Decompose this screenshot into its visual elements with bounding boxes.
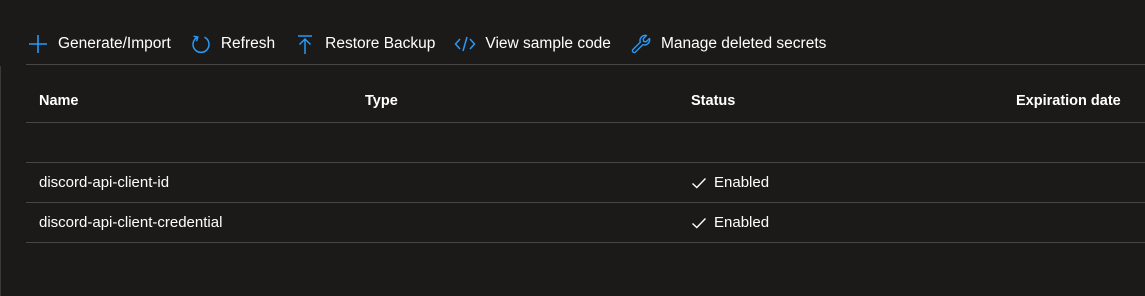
column-header-expiration-date[interactable]: Expiration date xyxy=(1016,80,1121,122)
panel-left-border xyxy=(0,66,1,296)
generate-import-label: Generate/Import xyxy=(58,35,171,52)
manage-deleted-secrets-label: Manage deleted secrets xyxy=(660,35,827,52)
checkmark-icon xyxy=(691,175,707,191)
secret-name-cell[interactable]: discord-api-client-id xyxy=(39,163,169,202)
table-row[interactable]: discord-api-client-credential Enabled xyxy=(26,203,1145,243)
command-bar: Generate/Import Refresh Restore Backup V… xyxy=(26,28,844,60)
column-header-type[interactable]: Type xyxy=(365,80,398,122)
plus-icon xyxy=(26,32,50,56)
toolbar-divider xyxy=(26,64,1145,65)
wrench-icon xyxy=(629,32,653,56)
secret-status-cell: Enabled xyxy=(691,163,769,202)
secret-name-cell[interactable]: discord-api-client-credential xyxy=(39,203,222,242)
table-header-row: Name Type Status Expiration date xyxy=(26,80,1145,123)
secrets-panel: Generate/Import Refresh Restore Backup V… xyxy=(0,0,1145,296)
manage-deleted-secrets-button[interactable]: Manage deleted secrets xyxy=(629,28,826,60)
status-text: Enabled xyxy=(714,214,770,231)
column-header-status[interactable]: Status xyxy=(691,80,735,122)
secrets-table: Name Type Status Expiration date discord… xyxy=(26,80,1145,243)
refresh-button[interactable]: Refresh xyxy=(189,28,275,60)
restore-backup-button[interactable]: Restore Backup xyxy=(293,28,435,60)
table-row-empty xyxy=(26,123,1145,163)
generate-import-button[interactable]: Generate/Import xyxy=(26,28,171,60)
table-row[interactable]: discord-api-client-id Enabled xyxy=(26,163,1145,203)
upload-icon xyxy=(293,32,317,56)
refresh-label: Refresh xyxy=(220,35,276,52)
code-icon xyxy=(453,32,477,56)
column-header-name[interactable]: Name xyxy=(39,80,79,122)
restore-backup-label: Restore Backup xyxy=(325,35,436,52)
view-sample-code-button[interactable]: View sample code xyxy=(453,28,611,60)
status-text: Enabled xyxy=(714,174,770,191)
secret-status-cell: Enabled xyxy=(691,203,769,242)
view-sample-code-label: View sample code xyxy=(485,35,611,52)
checkmark-icon xyxy=(691,215,707,231)
refresh-icon xyxy=(189,32,213,56)
